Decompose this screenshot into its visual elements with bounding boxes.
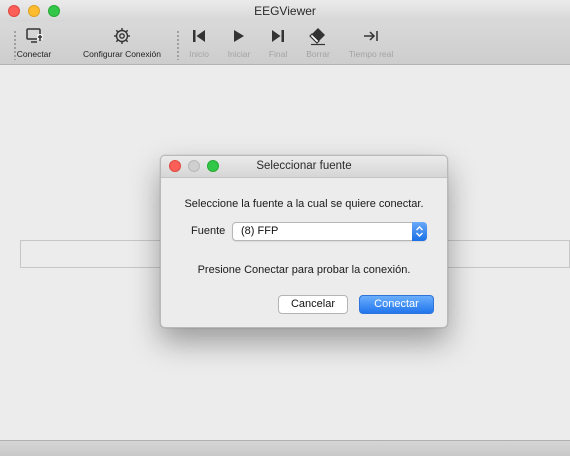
start-position-label: Inicio: [189, 49, 209, 59]
clear-button[interactable]: Borrar: [300, 26, 336, 62]
skip-to-start-icon: [184, 26, 214, 46]
skip-to-end-icon: [264, 26, 292, 46]
configure-connection-label: Configurar Conexión: [83, 49, 161, 59]
gear-icon: [76, 26, 168, 46]
clear-label: Borrar: [306, 49, 330, 59]
connect-monitor-icon: [8, 26, 60, 46]
end-position-button[interactable]: Final: [264, 26, 292, 62]
play-label: Iniciar: [227, 49, 251, 59]
connect-button-label: Conectar: [16, 49, 52, 59]
dialog-hint: Presione Conectar para probar la conexió…: [197, 264, 411, 276]
toolbar: Conectar Configurar Conexión Inicio Inic…: [0, 22, 570, 65]
dialog-message: Seleccione la fuente a la cual se quiere…: [184, 198, 424, 210]
toolbar-separator: [177, 30, 179, 60]
start-position-button[interactable]: Inicio: [184, 26, 214, 62]
eraser-icon: [300, 26, 336, 46]
real-time-button[interactable]: Tiempo real: [344, 26, 398, 62]
chevron-updown-icon: [412, 222, 427, 241]
source-label: Fuente: [191, 225, 226, 237]
connect-dialog-button[interactable]: Conectar: [359, 295, 434, 314]
play-icon: [222, 26, 256, 46]
title-bar: EEGViewer: [0, 0, 570, 22]
arrow-to-bar-icon: [344, 26, 398, 46]
configure-connection-button[interactable]: Configurar Conexión: [76, 26, 168, 62]
window-title: EEGViewer: [254, 4, 316, 18]
status-bar: [0, 440, 570, 456]
end-position-label: Final: [268, 49, 288, 59]
dialog-title: Seleccionar fuente: [256, 160, 352, 172]
select-source-dialog: Seleccionar fuente Seleccione la fuente …: [160, 155, 448, 328]
play-button[interactable]: Iniciar: [222, 26, 256, 62]
real-time-label: Tiempo real: [348, 49, 394, 59]
source-select-value: (8) FFP: [241, 225, 279, 237]
source-select[interactable]: (8) FFP: [232, 222, 427, 241]
cancel-button[interactable]: Cancelar: [278, 295, 348, 314]
dialog-title-bar: Seleccionar fuente: [161, 156, 447, 178]
connect-button[interactable]: Conectar: [8, 26, 60, 62]
